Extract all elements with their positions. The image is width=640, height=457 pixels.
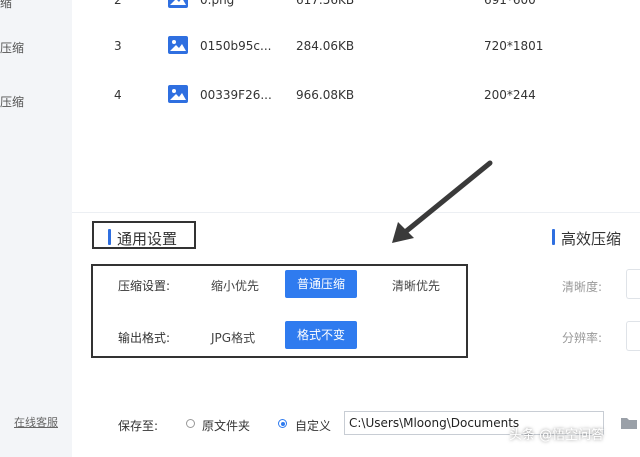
image-icon	[168, 0, 188, 8]
output-format-label: 输出格式:	[118, 331, 171, 345]
general-settings-accent	[108, 229, 111, 245]
row-index: 3	[114, 39, 122, 53]
file-name: 0150b95c...	[200, 39, 272, 53]
original-folder-label[interactable]: 原文件夹	[202, 417, 250, 434]
image-icon	[168, 85, 188, 103]
sidebar-item-partial[interactable]: 缩	[0, 0, 12, 11]
online-support-link[interactable]: 在线客服	[14, 414, 58, 430]
custom-label[interactable]: 自定义	[295, 417, 331, 434]
clarity-input[interactable]	[626, 269, 640, 299]
save-to-label: 保存至:	[118, 419, 159, 433]
file-size: 966.08KB	[296, 88, 355, 102]
section-divider	[72, 212, 640, 213]
file-resolution: 691*600	[484, 0, 536, 7]
clarity-label: 清晰度:	[562, 280, 603, 294]
file-name: 0.png	[200, 0, 235, 7]
radio-custom[interactable]	[278, 419, 287, 428]
compress-option-clarity-first[interactable]: 清晰优先	[392, 277, 440, 294]
resolution-label: 分辨率:	[562, 331, 603, 345]
format-option-jpg[interactable]: JPG格式	[211, 329, 255, 346]
row-index: 2	[114, 0, 122, 7]
table-row[interactable]: 4 00339F26... 966.08KB 200*244	[72, 75, 640, 115]
resolution-input[interactable]	[626, 321, 640, 351]
radio-original-folder[interactable]	[186, 419, 195, 428]
sidebar: 缩 压缩 压缩 在线客服	[0, 0, 72, 457]
compress-option-normal[interactable]: 普通压缩	[285, 270, 357, 298]
table-row[interactable]: 3 0150b95c... 284.06KB 720*1801	[72, 26, 640, 66]
general-settings-title: 通用设置	[117, 230, 178, 248]
sidebar-item-compress-2[interactable]: 压缩	[0, 93, 24, 110]
format-option-unchanged[interactable]: 格式不变	[285, 321, 357, 349]
compress-setting-label: 压缩设置:	[118, 279, 171, 293]
file-resolution: 200*244	[484, 88, 536, 102]
file-resolution: 720*1801	[484, 39, 544, 53]
efficient-compress-accent	[552, 229, 555, 245]
efficient-compress-title: 高效压缩	[561, 230, 622, 248]
compress-option-small-first[interactable]: 缩小优先	[211, 277, 259, 294]
file-size: 284.06KB	[296, 39, 355, 53]
file-size: 617.56KB	[296, 0, 355, 7]
sidebar-item-compress-1[interactable]: 压缩	[0, 39, 24, 56]
row-index: 4	[114, 88, 122, 102]
table-row[interactable]: 2 0.png 617.56KB 691*600	[72, 0, 640, 20]
folder-icon[interactable]	[620, 415, 638, 434]
image-icon	[168, 36, 188, 54]
watermark: 头条 @悟空问答	[509, 428, 605, 443]
file-name: 00339F26...	[200, 88, 272, 102]
